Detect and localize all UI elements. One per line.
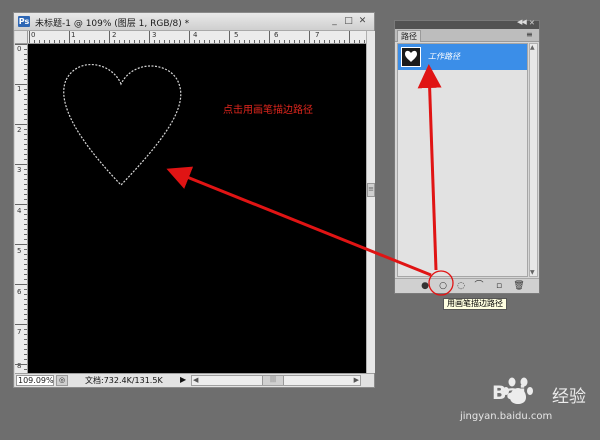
photoshop-icon: Ps: [18, 16, 30, 27]
ruler-label: 4: [17, 207, 22, 215]
ruler-label: 6: [17, 288, 22, 296]
scroll-left-icon[interactable]: ◀: [193, 376, 198, 384]
status-bar: 109.09% ◎ 文档:732.4K/131.5K ▶ ◀ ||| ▶: [15, 373, 374, 387]
scroll-thumb[interactable]: |||: [262, 376, 284, 385]
watermark-logo-text: Bai: [492, 382, 526, 404]
ruler-label: 0: [31, 31, 36, 39]
zoom-menu-icon[interactable]: ◎: [56, 375, 68, 386]
new-path-icon[interactable]: ▫: [493, 281, 505, 291]
watermark-suffix: 经验: [552, 387, 586, 407]
ruler-label: 2: [112, 31, 117, 39]
maximize-icon[interactable]: □: [343, 16, 354, 27]
scroll-up-icon[interactable]: ▲: [530, 44, 535, 51]
status-menu-arrow-icon[interactable]: ▶: [180, 375, 186, 384]
path-list: 工作路径: [397, 43, 528, 277]
horizontal-scrollbar[interactable]: ◀ ||| ▶: [191, 375, 361, 386]
minimize-icon[interactable]: _: [329, 16, 340, 27]
watermark-url: jingyan.baidu.com: [460, 411, 553, 422]
close-icon[interactable]: ✕: [529, 19, 535, 27]
panel-menu-icon[interactable]: ≡: [526, 30, 533, 39]
make-work-path-icon[interactable]: ⌒: [473, 281, 485, 291]
ruler-origin[interactable]: [15, 31, 28, 44]
scroll-thumb[interactable]: ≡: [367, 183, 375, 197]
scroll-down-icon[interactable]: ▼: [530, 269, 535, 276]
vertical-scrollbar[interactable]: ≡: [366, 31, 375, 373]
baidu-watermark: Bai 经验 jingyan.baidu.com: [452, 372, 592, 434]
panel-bottom-toolbar: ● ○ ◌ ⌒ ▫ 🗑: [395, 278, 539, 293]
heart-path: [63, 64, 182, 186]
delete-path-icon[interactable]: 🗑: [513, 281, 525, 291]
zoom-input[interactable]: 109.09%: [16, 375, 54, 386]
canvas[interactable]: [28, 44, 366, 373]
tooltip: 用画笔描边路径: [443, 298, 507, 310]
path-item-work-path[interactable]: 工作路径: [398, 44, 527, 70]
document-info: 文档:732.4K/131.5K: [85, 376, 163, 385]
work-path-outline: [63, 64, 182, 186]
document-titlebar[interactable]: Ps 未标题-1 @ 109% (图层 1, RGB/8) * _ □ ✕: [14, 13, 374, 31]
paths-panel: ◀◀ ✕ 路径 ≡ 工作路径 ▲ ▼ ● ○ ◌ ⌒ ▫ 🗑: [394, 18, 540, 294]
ruler-label: 4: [193, 31, 198, 39]
panel-header[interactable]: ◀◀ ✕: [395, 18, 539, 29]
ruler-label: 6: [274, 31, 279, 39]
ruler-label: 1: [17, 85, 22, 93]
path-name: 工作路径: [428, 52, 460, 61]
ruler-label: 5: [234, 31, 239, 39]
collapse-icon[interactable]: ◀◀: [517, 18, 527, 26]
heart-thumbnail-icon: [405, 50, 417, 62]
load-selection-icon[interactable]: ◌: [455, 281, 467, 291]
ruler-label: 1: [71, 31, 76, 39]
close-icon[interactable]: ✕: [357, 16, 368, 27]
path-thumbnail: [401, 47, 421, 67]
ruler-label: 7: [17, 328, 22, 336]
panel-tabbar: 路径 ≡: [395, 29, 539, 42]
tab-paths[interactable]: 路径: [397, 30, 421, 42]
ruler-label: 0: [17, 45, 22, 53]
ruler-label: 2: [17, 126, 22, 134]
ruler-label: 5: [17, 247, 22, 255]
panel-scrollbar[interactable]: ▲ ▼: [529, 43, 538, 277]
fill-path-icon[interactable]: ●: [419, 281, 431, 291]
annotation-text: 点击用画笔描边路径: [223, 105, 313, 116]
ruler-vertical[interactable]: 0 1 2 3 4 5 6 7 8: [15, 44, 28, 373]
ruler-label: 3: [152, 31, 157, 39]
stroke-path-icon[interactable]: ○: [437, 281, 449, 291]
document-title: 未标题-1 @ 109% (图层 1, RGB/8) *: [35, 19, 190, 29]
document-window: Ps 未标题-1 @ 109% (图层 1, RGB/8) * _ □ ✕ 0 …: [13, 12, 375, 388]
ruler-label: 7: [315, 31, 320, 39]
ruler-label: 3: [17, 166, 22, 174]
ruler-horizontal[interactable]: 0 1 2 3 4 5 6 7: [28, 31, 366, 44]
scroll-right-icon[interactable]: ▶: [354, 376, 359, 384]
